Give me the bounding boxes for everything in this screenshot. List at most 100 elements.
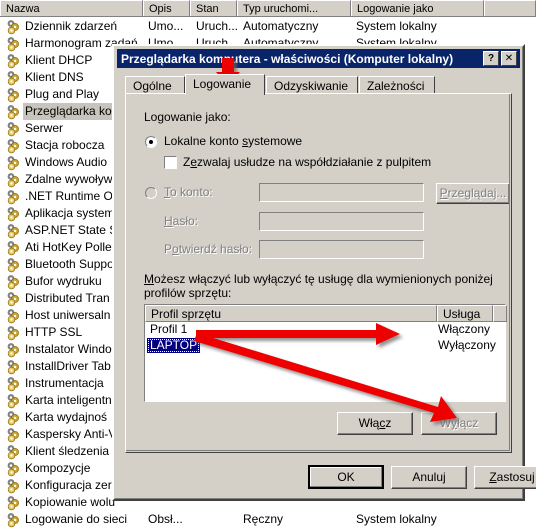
service-name: Logowanie do sieci bbox=[25, 512, 128, 526]
service-name: HTTP SSL bbox=[25, 325, 83, 339]
service-gears-icon bbox=[6, 291, 22, 307]
service-name: Karta inteligentn bbox=[25, 393, 112, 407]
service-gears-icon bbox=[6, 257, 22, 273]
service-name: Host uniwersaln bbox=[25, 308, 111, 322]
service-gears-icon bbox=[6, 308, 22, 324]
service-row[interactable]: Logowanie do sieci Obsł... Ręczny System lo… bbox=[0, 511, 536, 528]
service-gears-icon bbox=[6, 87, 22, 103]
service-state: Uruch... bbox=[196, 19, 239, 33]
column-header-typ-uruchomi[interactable]: Typ uruchomi... bbox=[237, 0, 351, 16]
column-header-opis[interactable]: Opis bbox=[143, 0, 190, 16]
tab-ogólne[interactable]: Ogólne bbox=[125, 76, 185, 94]
column-header-logowanie-jako[interactable]: Logowanie jako bbox=[351, 0, 484, 16]
tab-logowanie[interactable]: Logowanie bbox=[185, 74, 265, 95]
service-gears-icon bbox=[6, 427, 22, 443]
services-column-header-row: Nazwa Opis Stan Typ uruchomi... Logowanie ja… bbox=[0, 0, 536, 17]
profile-row[interactable]: LAPTOP Wyłączony bbox=[145, 338, 505, 353]
service-gears-icon bbox=[6, 121, 22, 137]
local-account-label: Lokalne konto systemowe bbox=[164, 134, 303, 148]
service-gears-icon bbox=[6, 444, 22, 460]
column-header-stan[interactable]: Stan bbox=[190, 0, 237, 16]
profiles-description: Możesz włączyć lub wyłączyć tę usługę dl… bbox=[144, 272, 493, 300]
service-name: InstallDriver Tab bbox=[25, 359, 111, 373]
service-description: Umo... bbox=[148, 19, 184, 33]
cancel-button[interactable]: Anuluj bbox=[391, 466, 467, 489]
service-name: Serwer bbox=[25, 121, 64, 135]
service-gears-icon bbox=[6, 19, 22, 35]
service-gears-icon bbox=[6, 138, 22, 154]
service-gears-icon bbox=[6, 274, 22, 290]
profile-name: LAPTOP bbox=[147, 338, 201, 353]
service-gears-icon bbox=[6, 53, 22, 69]
service-gears-icon bbox=[6, 495, 22, 511]
profile-service-status: Włączony bbox=[438, 322, 491, 336]
service-gears-icon bbox=[6, 172, 22, 188]
profile-service-status: Wyłączony bbox=[438, 338, 496, 352]
service-gears-icon bbox=[6, 393, 22, 409]
service-name: Ati HotKey Polle bbox=[25, 240, 112, 254]
service-name: Distributed Tran bbox=[25, 291, 110, 305]
service-name: Przeglądarka ko bbox=[23, 103, 114, 120]
service-gears-icon bbox=[6, 342, 22, 358]
service-name: Instrumentacja bbox=[25, 376, 104, 390]
service-name: Aplikacja system bbox=[25, 206, 115, 220]
service-row[interactable]: Dziennik zdarzeń Umo... Uruch... Automatycz… bbox=[0, 18, 536, 35]
service-gears-icon bbox=[6, 359, 22, 375]
service-properties-dialog: Przeglądarka komputera - właściwości (Ko… bbox=[112, 44, 536, 501]
dialog-titlebar[interactable]: Przeglądarka komputera - właściwości (Ko… bbox=[117, 49, 520, 68]
hardware-profiles-listview[interactable]: Profil sprzętu Usługa Profil 1 Włączony LA… bbox=[144, 304, 507, 402]
service-name: Kompozycje bbox=[25, 461, 91, 475]
password-label: Hasło: bbox=[164, 214, 199, 228]
dialog-title: Przeglądarka komputera - właściwości (Ko… bbox=[121, 51, 454, 66]
tab-strip: Ogólne Logowanie Odzyskiwanie Zależności bbox=[125, 74, 512, 95]
service-name: ASP.NET State S bbox=[25, 223, 118, 237]
this-account-radio[interactable] bbox=[145, 187, 157, 199]
confirm-password-input[interactable] bbox=[259, 240, 424, 259]
profile-row[interactable]: Profil 1 Włączony bbox=[145, 322, 505, 337]
tab-zależności[interactable]: Zależności bbox=[359, 76, 435, 94]
service-name: Stacja robocza bbox=[25, 138, 105, 152]
close-icon[interactable]: ✕ bbox=[501, 51, 517, 66]
profiles-col-profile[interactable]: Profil sprzętu bbox=[145, 305, 437, 322]
service-logon-as: System lokalny bbox=[356, 19, 437, 33]
service-startup-type: Automatyczny bbox=[243, 19, 319, 33]
radio-dot bbox=[149, 140, 153, 144]
this-account-input[interactable] bbox=[259, 183, 424, 202]
help-icon[interactable]: ? bbox=[483, 51, 499, 66]
service-name: Zdalne wywoływ bbox=[25, 172, 113, 186]
column-header-nazwa[interactable]: Nazwa bbox=[0, 0, 143, 16]
enable-button[interactable]: Włącz bbox=[337, 412, 413, 435]
tab-odzyskiwanie[interactable]: Odzyskiwanie bbox=[266, 76, 358, 94]
service-gears-icon bbox=[6, 240, 22, 256]
service-name: Konfiguracja zer bbox=[25, 478, 112, 492]
service-name: Karta wydajnoś bbox=[25, 410, 108, 424]
service-gears-icon bbox=[6, 36, 22, 52]
service-name: Windows Audio bbox=[25, 155, 108, 169]
allow-desktop-interaction-checkbox[interactable] bbox=[164, 156, 177, 169]
service-description: Obsł... bbox=[148, 512, 183, 526]
service-gears-icon bbox=[6, 410, 22, 426]
service-startup-type: Ręczny bbox=[243, 512, 284, 526]
local-account-radio[interactable] bbox=[145, 136, 157, 148]
service-gears-icon bbox=[6, 461, 22, 477]
column-header-blank[interactable] bbox=[484, 0, 536, 16]
service-gears-icon bbox=[6, 223, 22, 239]
apply-button[interactable]: Zastosuj bbox=[474, 466, 536, 489]
service-gears-icon bbox=[6, 376, 22, 392]
service-name: Kaspersky Anti-V bbox=[25, 427, 117, 441]
service-name: Plug and Play bbox=[25, 87, 100, 101]
password-input[interactable] bbox=[259, 212, 424, 231]
ok-button[interactable]: OK bbox=[308, 465, 384, 489]
service-gears-icon bbox=[6, 325, 22, 341]
service-gears-icon bbox=[6, 104, 22, 120]
service-name: Klient DHCP bbox=[25, 53, 93, 67]
this-account-label: To konto: bbox=[164, 185, 213, 199]
profiles-header-row: Profil sprzętu Usługa bbox=[145, 305, 507, 322]
browse-button[interactable]: Przeglądaj... bbox=[436, 183, 510, 204]
profiles-col-service[interactable]: Usługa bbox=[437, 305, 493, 322]
profiles-col-spacer bbox=[493, 305, 507, 322]
disable-button[interactable]: Wyłącz bbox=[421, 412, 497, 435]
service-gears-icon bbox=[6, 155, 22, 171]
profile-name: Profil 1 bbox=[150, 322, 188, 336]
service-name: Instalator Windo bbox=[25, 342, 112, 356]
